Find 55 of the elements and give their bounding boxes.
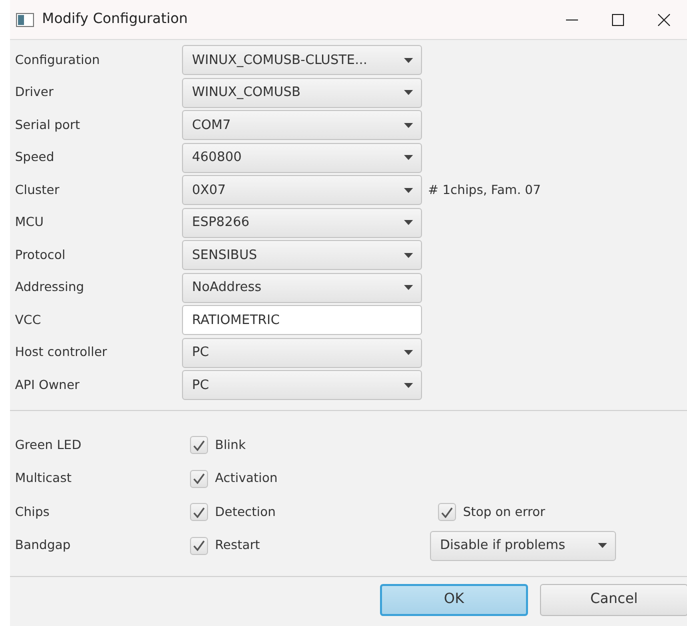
caret-icon <box>404 350 413 356</box>
dropdown[interactable]: WINUX_COMUSB <box>182 78 422 108</box>
field-label: Addressing <box>14 278 86 296</box>
option-label: Multicast <box>14 469 73 488</box>
close-icon <box>658 14 670 26</box>
dropdown[interactable]: 0X07 <box>182 175 422 206</box>
text-field[interactable]: RATIOMETRIC <box>182 305 422 336</box>
field-label: Serial port <box>14 116 81 134</box>
checkbox[interactable] <box>438 503 456 522</box>
checkbox-label: Detection <box>215 502 276 521</box>
checkbox[interactable] <box>190 470 208 488</box>
checkbox-label: Blink <box>215 436 246 454</box>
window-title: Modify Configuration <box>42 10 189 29</box>
app-icon <box>16 12 34 26</box>
field-label: MCU <box>14 213 45 232</box>
dropdown[interactable]: 460800 <box>182 142 422 173</box>
caret-icon <box>404 90 413 96</box>
dropdown[interactable]: ESP8266 <box>182 208 422 238</box>
caret-icon <box>598 543 607 548</box>
caret-icon <box>404 58 413 63</box>
caret-icon <box>404 220 413 226</box>
caret-icon <box>404 252 413 258</box>
ok-button[interactable]: OK <box>380 584 528 616</box>
field-label: VCC <box>14 310 42 329</box>
dropdown[interactable]: COM7 <box>182 110 422 140</box>
dropdown[interactable]: Disable if problems <box>430 530 616 561</box>
dropdown[interactable]: PC <box>182 370 422 400</box>
field-label: Configuration <box>14 50 101 69</box>
caret-icon <box>404 285 413 290</box>
option-label: Green LED <box>14 436 82 454</box>
checkbox[interactable] <box>190 503 208 522</box>
caret-icon <box>404 188 413 193</box>
field-label: Cluster <box>14 180 60 199</box>
dropdown[interactable]: PC <box>182 338 422 368</box>
option-label: Chips <box>14 502 51 521</box>
field-label: Host controller <box>14 343 108 362</box>
field-label: Driver <box>14 83 54 102</box>
checkbox[interactable] <box>190 436 208 454</box>
checkbox[interactable] <box>190 536 208 555</box>
cluster-info: # 1chips, Fam. 07 <box>428 180 541 199</box>
checkbox-label: Stop on error <box>463 502 546 521</box>
field-label: Protocol <box>14 246 66 264</box>
caret-icon <box>404 155 413 160</box>
dropdown[interactable]: NoAddress <box>182 272 422 303</box>
cancel-button[interactable]: Cancel <box>540 584 687 616</box>
checkbox-label: Activation <box>215 469 278 488</box>
maximize-icon <box>612 14 624 26</box>
dropdown[interactable]: WINUX_COMUSB-CLUSTE... <box>182 45 422 76</box>
checkbox-label: Restart <box>215 536 260 554</box>
dropdown[interactable]: SENSIBUS <box>182 240 422 270</box>
caret-icon <box>404 122 413 128</box>
caret-icon <box>404 382 413 388</box>
option-label: Bandgap <box>14 536 72 554</box>
field-label: API Owner <box>14 376 81 394</box>
field-label: Speed <box>14 148 56 166</box>
